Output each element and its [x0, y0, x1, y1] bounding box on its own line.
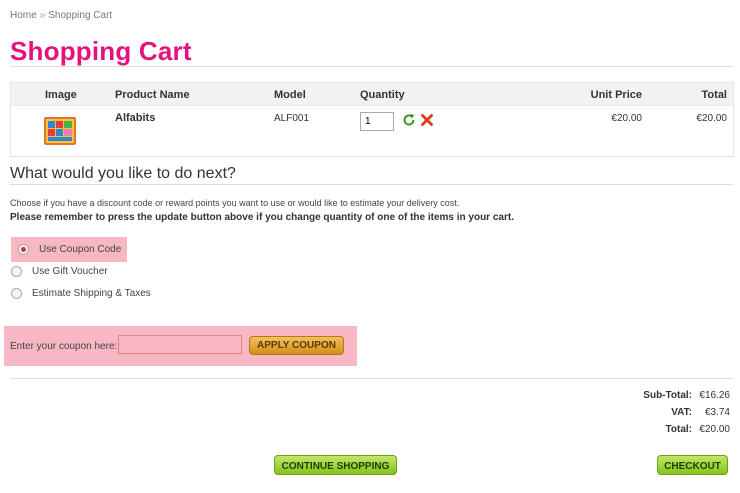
vat-label: VAT:: [671, 407, 692, 418]
product-thumbnail[interactable]: [42, 114, 78, 148]
title-divider: [10, 66, 733, 67]
vat-row: VAT: €3.74: [530, 407, 730, 424]
cart-table: Image Product Name Model Quantity Unit P…: [10, 82, 734, 157]
line-total: €20.00: [696, 113, 727, 124]
checkout-button[interactable]: CHECKOUT: [657, 455, 728, 475]
subtotal-label: Sub-Total:: [643, 390, 692, 401]
remove-icon[interactable]: [420, 113, 434, 127]
option-label: Estimate Shipping & Taxes: [32, 288, 151, 299]
vat-value: €3.74: [704, 407, 730, 418]
product-name-link[interactable]: Alfabits: [115, 112, 155, 124]
column-header-image: Image: [45, 89, 77, 101]
next-steps-divider: [10, 184, 733, 185]
table-row: Alfabits ALF001 €20.00 €20.00: [11, 105, 733, 156]
cart-table-header: Image Product Name Model Quantity Unit P…: [11, 83, 733, 105]
coupon-input[interactable]: [118, 335, 242, 354]
subtotal-row: Sub-Total: €16.26: [530, 390, 730, 407]
total-value: €20.00: [699, 424, 730, 435]
apply-coupon-button[interactable]: APPLY COUPON: [249, 336, 344, 355]
next-steps-hint: Choose if you have a discount code or re…: [10, 198, 460, 208]
totals-divider: [10, 378, 733, 379]
option-label: Use Gift Voucher: [32, 266, 108, 277]
order-totals: Sub-Total: €16.26 VAT: €3.74 Total: €20.…: [530, 390, 730, 441]
column-header-total: Total: [701, 89, 727, 101]
page-title: Shopping Cart: [10, 36, 192, 66]
coupon-panel: Enter your coupon here: APPLY COUPON: [4, 326, 357, 366]
breadcrumb: Home» Shopping Cart: [10, 10, 112, 21]
breadcrumb-separator: »: [39, 10, 46, 21]
breadcrumb-home-link[interactable]: Home: [10, 10, 37, 21]
total-label: Total:: [665, 424, 692, 435]
option-estimate-shipping[interactable]: Estimate Shipping & Taxes: [11, 281, 151, 306]
column-header-unit-price: Unit Price: [590, 89, 642, 101]
product-model: ALF001: [274, 113, 310, 124]
continue-shopping-button[interactable]: CONTINUE SHOPPING: [274, 455, 397, 475]
shipping-radio[interactable]: [11, 288, 22, 299]
next-steps-heading: What would you like to do next?: [10, 165, 236, 182]
quantity-input[interactable]: [360, 112, 394, 131]
update-reminder: Please remember to press the update butt…: [10, 212, 514, 223]
coupon-label: Enter your coupon here:: [10, 341, 118, 352]
option-label: Use Coupon Code: [39, 244, 122, 255]
subtotal-value: €16.26: [699, 390, 730, 401]
total-row: Total: €20.00: [530, 424, 730, 441]
coupon-radio[interactable]: [18, 244, 29, 255]
voucher-radio[interactable]: [11, 266, 22, 277]
column-header-model: Model: [274, 89, 306, 101]
refresh-icon[interactable]: [402, 113, 416, 127]
unit-price: €20.00: [611, 113, 642, 124]
column-header-quantity: Quantity: [360, 89, 405, 101]
breadcrumb-current-link[interactable]: Shopping Cart: [48, 10, 112, 21]
column-header-product-name: Product Name: [115, 89, 190, 101]
